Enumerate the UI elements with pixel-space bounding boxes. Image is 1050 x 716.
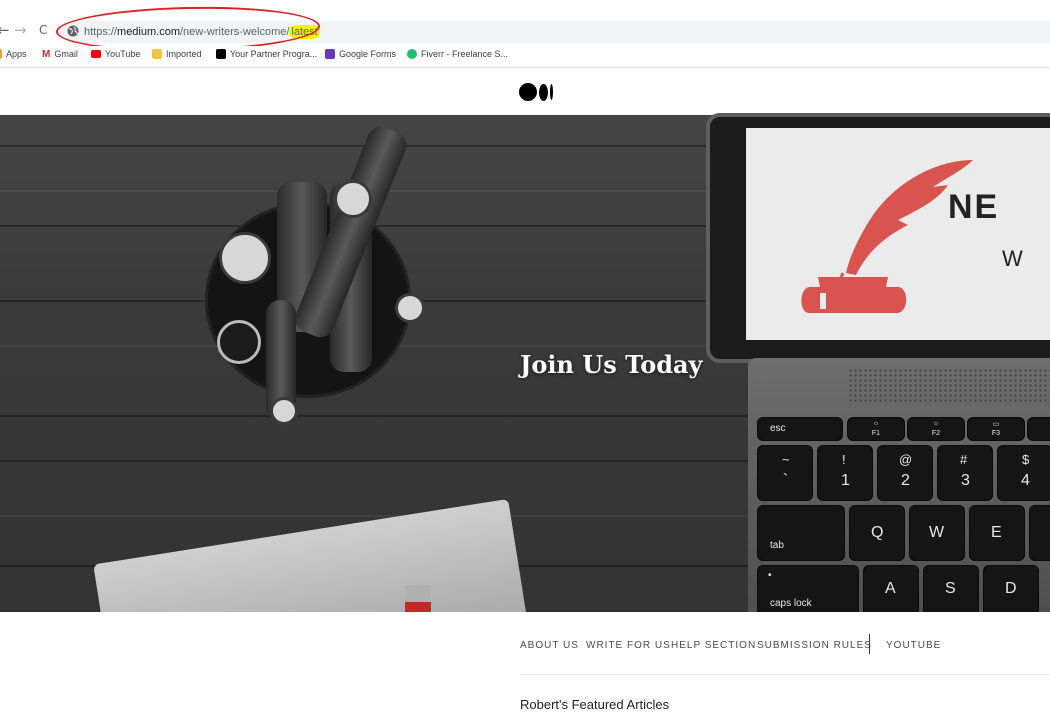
- marker-cap-image: [334, 180, 372, 218]
- bookmark-label: Apps: [6, 49, 27, 59]
- key-s: S: [924, 566, 978, 616]
- key-2: @2: [878, 446, 932, 500]
- key-f4: [1028, 418, 1050, 440]
- featured-articles-heading: Robert's Featured Articles: [520, 697, 670, 712]
- nav-submission-rules[interactable]: SUBMISSION RULES: [757, 640, 872, 652]
- nav-youtube[interactable]: YOUTUBE: [886, 640, 941, 652]
- gmail-icon: M: [42, 49, 51, 60]
- bookmark-partner-program[interactable]: Your Partner Progra...: [216, 48, 317, 60]
- pen-cap-image: [270, 397, 298, 425]
- key-f3: ▭ F3: [968, 418, 1024, 440]
- bookmark-google-forms[interactable]: Google Forms: [325, 48, 396, 60]
- key-caps-lock: • caps lock: [758, 566, 858, 616]
- bookmark-gmail[interactable]: M Gmail: [42, 48, 78, 60]
- key-tab: tab: [758, 506, 844, 560]
- chrome-divider: [0, 67, 1050, 68]
- key-f1: ☼ F1: [848, 418, 904, 440]
- bookmark-apps[interactable]: Apps: [0, 48, 27, 60]
- bookmark-label: Fiverr - Freelance S...: [421, 49, 509, 59]
- nav-about-us[interactable]: ABOUT US: [520, 640, 579, 652]
- key-tilde: ~ `: [758, 446, 812, 500]
- folder-icon: [152, 49, 162, 59]
- forms-icon: [325, 49, 335, 59]
- nav-help-section[interactable]: HELP SECTION: [671, 640, 756, 652]
- bookmark-youtube[interactable]: YouTube: [91, 48, 140, 60]
- key-4: $4: [998, 446, 1050, 500]
- back-button[interactable]: ←: [0, 20, 10, 40]
- forward-button[interactable]: →: [14, 20, 27, 40]
- hero-title: Join Us Today: [520, 350, 703, 379]
- bookmark-label: YouTube: [105, 49, 141, 59]
- medium-logo[interactable]: [519, 82, 553, 102]
- screen-logo-text: NE: [948, 188, 1000, 226]
- fiverr-icon: [407, 49, 417, 59]
- key-a: A: [864, 566, 918, 616]
- marker-cap-image: [395, 293, 425, 323]
- key-f2: ☼ F2: [908, 418, 964, 440]
- key-q: Q: [850, 506, 904, 560]
- key-r: [1030, 506, 1050, 560]
- reload-button[interactable]: C: [39, 20, 47, 40]
- quill-logo-icon: [801, 160, 973, 313]
- section-divider: [520, 674, 1050, 675]
- key-w: W: [910, 506, 964, 560]
- bookmark-fiverr[interactable]: Fiverr - Freelance S...: [407, 48, 508, 60]
- bookmark-label: Google Forms: [339, 49, 397, 59]
- youtube-icon: [91, 50, 101, 58]
- bookmark-label: Imported: [166, 49, 202, 59]
- speaker-grille: [848, 368, 1050, 404]
- key-3: #3: [938, 446, 992, 500]
- bookmark-label: Gmail: [54, 49, 78, 59]
- apps-icon: [0, 49, 2, 59]
- key-d: D: [984, 566, 1038, 616]
- key-e: E: [970, 506, 1024, 560]
- bookmark-label: Your Partner Progra...: [230, 49, 318, 59]
- marker-cap-image: [219, 232, 271, 284]
- marker-cap-image: [217, 320, 261, 364]
- key-esc: esc: [758, 418, 842, 440]
- nav-separator: [869, 634, 870, 654]
- medium-icon: [216, 49, 226, 59]
- screen-logo-subtext: W: [1002, 246, 1023, 271]
- bookmark-imported[interactable]: Imported: [152, 48, 202, 60]
- key-1: ! 1: [818, 446, 872, 500]
- nav-write-for-us[interactable]: WRITE FOR US: [586, 640, 671, 652]
